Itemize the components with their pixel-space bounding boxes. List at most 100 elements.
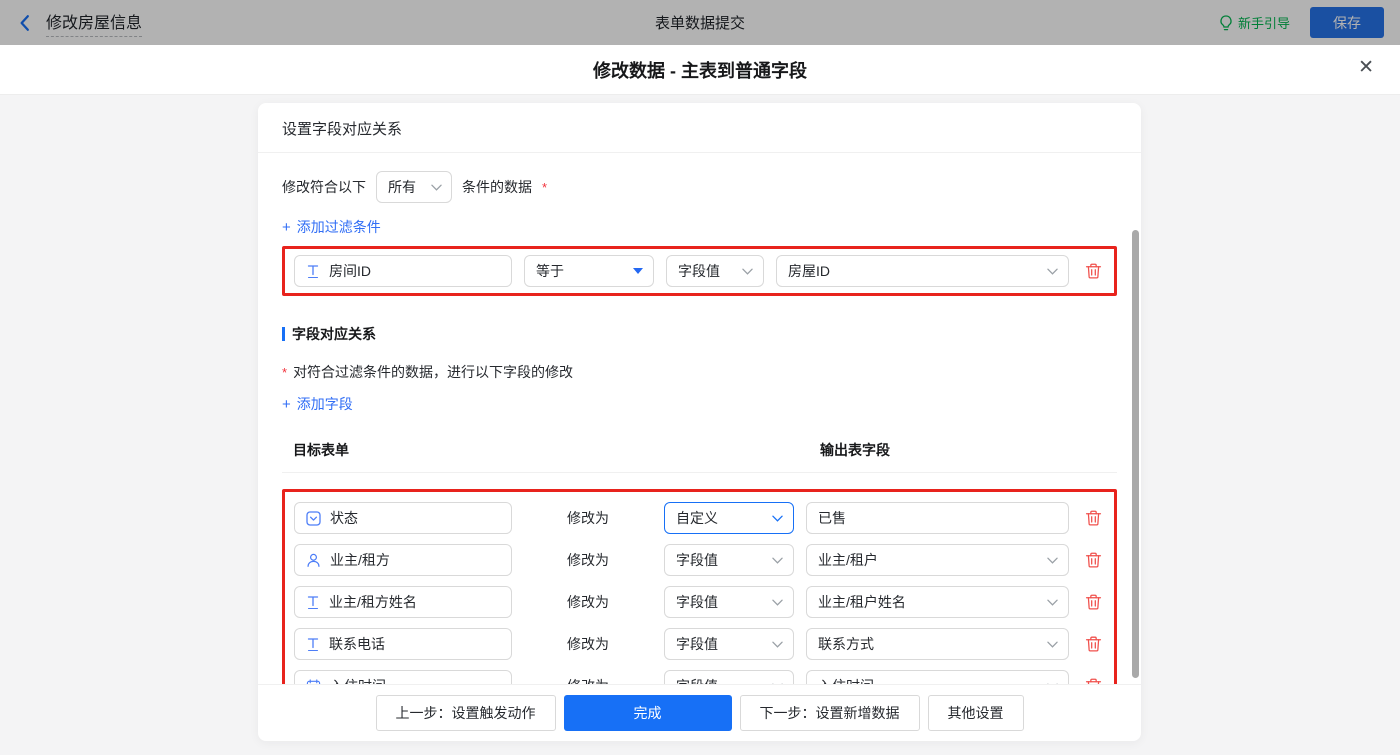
column-header-target: 目标表单 <box>293 442 349 458</box>
trash-icon <box>1085 509 1102 527</box>
chevron-down-icon <box>772 515 783 522</box>
vertical-scrollbar[interactable] <box>1132 230 1139 678</box>
form-event-title: 表单数据提交 <box>655 12 745 33</box>
plus-icon: + <box>282 219 291 236</box>
mapping-row: 联系电话 修改为 字段值 联系方式 <box>294 628 1105 660</box>
back-button[interactable] <box>16 14 34 32</box>
panel-section-title: 设置字段对应关系 <box>258 103 1141 153</box>
modal-title: 修改数据 - 主表到普通字段 <box>593 57 807 83</box>
target-field-select[interactable]: 联系电话 <box>294 628 512 660</box>
value-type-select[interactable]: 字段值 <box>664 670 794 684</box>
chevron-down-icon <box>1047 557 1058 564</box>
modal-body: 设置字段对应关系 修改符合以下 所有 条件的数据 * + 添加过滤条件 <box>0 95 1400 755</box>
text-field-icon <box>306 637 320 652</box>
filter-condition-line: 修改符合以下 所有 条件的数据 * <box>282 171 1117 203</box>
custom-value-input[interactable] <box>806 502 1069 534</box>
chevron-down-icon <box>1047 599 1058 606</box>
close-icon[interactable]: ✕ <box>1358 58 1374 77</box>
column-header-output: 输出表字段 <box>820 440 890 460</box>
modify-to-label: 修改为 <box>524 508 652 528</box>
mapping-section-title: 字段对应关系 <box>292 324 376 344</box>
person-icon <box>306 553 321 568</box>
target-field-select[interactable]: 业主/租方姓名 <box>294 586 512 618</box>
mapping-column-headers: 目标表单 输出表字段 <box>282 440 1117 473</box>
beginner-guide-label: 新手引导 <box>1238 13 1290 32</box>
chevron-down-icon <box>1047 641 1058 648</box>
delete-row-button[interactable] <box>1081 547 1105 573</box>
value-type-select[interactable]: 自定义 <box>664 502 794 534</box>
modify-to-label: 修改为 <box>524 634 652 654</box>
calendar-icon: 7 <box>306 679 321 685</box>
mapping-row: 业主/租方 修改为 字段值 业主/租户 <box>294 544 1105 576</box>
save-button[interactable]: 保存 <box>1310 7 1384 38</box>
delete-row-button[interactable] <box>1081 505 1105 531</box>
target-field-select[interactable]: 状态 <box>294 502 512 534</box>
mapping-description: * 对符合过滤条件的数据，进行以下字段的修改 <box>282 362 1117 382</box>
chevron-down-icon <box>772 683 783 685</box>
trash-icon <box>1085 593 1102 611</box>
modify-to-label: 修改为 <box>524 592 652 612</box>
chevron-down-icon <box>431 184 442 191</box>
condition-value-select[interactable]: 房屋ID <box>776 255 1069 287</box>
previous-step-button[interactable]: 上一步：设置触发动作 <box>376 695 556 731</box>
trash-icon <box>1085 677 1102 684</box>
select-field-icon <box>306 511 321 526</box>
value-type-select[interactable]: 字段值 <box>664 586 794 618</box>
chevron-left-icon <box>16 14 34 32</box>
condition-value-type-select[interactable]: 字段值 <box>666 255 764 287</box>
done-button[interactable]: 完成 <box>564 695 732 731</box>
delete-condition-button[interactable] <box>1081 258 1105 284</box>
modal-header: 修改数据 - 主表到普通字段 ✕ <box>0 45 1400 95</box>
annotation-box-mapping: 状态 修改为 自定义 <box>282 489 1117 684</box>
text-field-icon <box>306 264 320 279</box>
page-title[interactable]: 修改房屋信息 <box>46 9 142 37</box>
filter-condition-row: 房间ID 等于 字段值 房屋ID <box>294 255 1105 287</box>
modify-to-label: 修改为 <box>524 676 652 684</box>
add-filter-condition-button[interactable]: + 添加过滤条件 <box>282 217 381 237</box>
trash-icon <box>1085 551 1102 569</box>
trash-icon <box>1085 635 1102 653</box>
condition-field-input[interactable]: 房间ID <box>294 255 512 287</box>
chevron-down-icon <box>1047 268 1058 275</box>
output-field-select[interactable]: 业主/租户 <box>806 544 1069 576</box>
target-field-select[interactable]: 7 入住时间 <box>294 670 512 684</box>
mapping-row: 7 入住时间 修改为 字段值 入住时间 <box>294 670 1105 684</box>
topbar-actions: 新手引导 保存 <box>1219 7 1384 38</box>
chevron-down-icon <box>1047 683 1058 685</box>
condition-operator-select[interactable]: 等于 <box>524 255 654 287</box>
mapping-section-header: 字段对应关系 <box>282 324 1117 344</box>
modify-to-label: 修改为 <box>524 550 652 570</box>
annotation-box-filter: 房间ID 等于 字段值 房屋ID <box>282 246 1117 296</box>
output-field-select[interactable]: 联系方式 <box>806 628 1069 660</box>
value-type-select[interactable]: 字段值 <box>664 544 794 576</box>
value-type-select[interactable]: 字段值 <box>664 628 794 660</box>
mapping-row: 状态 修改为 自定义 <box>294 502 1105 534</box>
delete-row-button[interactable] <box>1081 631 1105 657</box>
next-step-button[interactable]: 下一步：设置新增数据 <box>740 695 920 731</box>
condition-field-value: 房间ID <box>329 261 371 281</box>
trash-icon <box>1085 262 1102 280</box>
match-mode-value: 所有 <box>388 177 416 197</box>
other-settings-button[interactable]: 其他设置 <box>928 695 1024 731</box>
output-field-select[interactable]: 入住时间 <box>806 670 1069 684</box>
field-mapping-panel: 设置字段对应关系 修改符合以下 所有 条件的数据 * + 添加过滤条件 <box>258 103 1141 741</box>
output-field-select[interactable]: 业主/租户姓名 <box>806 586 1069 618</box>
filter-suffix-label: 条件的数据 <box>462 177 532 197</box>
required-mark: * <box>282 365 287 380</box>
beginner-guide-button[interactable]: 新手引导 <box>1219 13 1290 32</box>
required-mark: * <box>542 180 547 195</box>
panel-scroll-area: 修改符合以下 所有 条件的数据 * + 添加过滤条件 <box>258 153 1141 684</box>
chevron-down-icon <box>742 268 753 275</box>
target-field-select[interactable]: 业主/租方 <box>294 544 512 576</box>
chevron-down-icon <box>772 641 783 648</box>
match-mode-select[interactable]: 所有 <box>376 171 452 203</box>
text-field-icon <box>306 595 320 610</box>
delete-row-button[interactable] <box>1081 589 1105 615</box>
filter-prefix-label: 修改符合以下 <box>282 177 366 197</box>
top-navigation-bar: 修改房屋信息 表单数据提交 新手引导 保存 <box>0 0 1400 45</box>
chevron-down-icon <box>772 599 783 606</box>
caret-down-icon <box>633 268 643 274</box>
section-accent-bar <box>282 327 285 341</box>
add-field-button[interactable]: + 添加字段 <box>282 394 353 414</box>
delete-row-button[interactable] <box>1081 673 1105 684</box>
